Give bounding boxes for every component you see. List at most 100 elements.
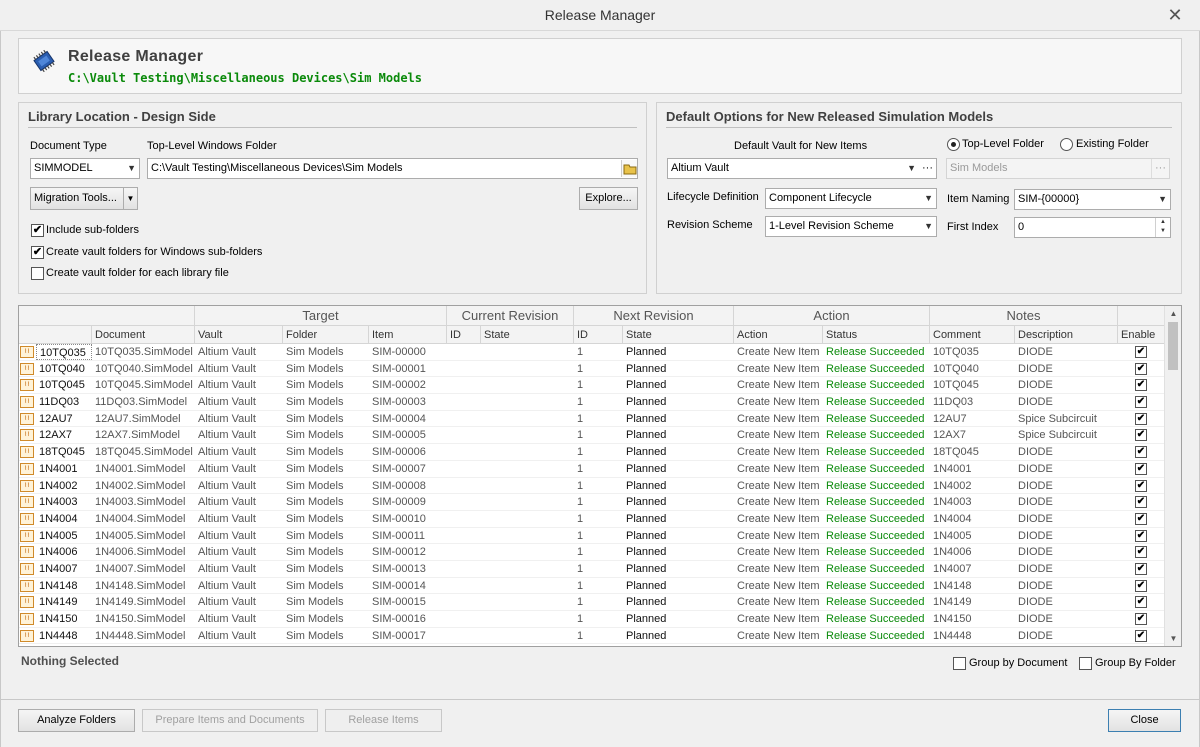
table-row[interactable]: ⌇⌇ 1N4150 1N4150.SimModel Altium Vault Sim M… xyxy=(19,611,1165,628)
grid-column-header: Document Vault Folder Item ID State ID S… xyxy=(19,326,1165,344)
col-header-next-state[interactable]: State xyxy=(623,326,734,343)
table-row[interactable]: ⌇⌇ 10TQ040 10TQ040.SimModel Altium Vault Sim… xyxy=(19,361,1165,378)
explore-button[interactable]: Explore... xyxy=(579,187,638,210)
col-header-comment[interactable]: Comment xyxy=(930,326,1015,343)
cell-status: Release Succeeded xyxy=(826,529,925,542)
cell-folder: Sim Models xyxy=(286,396,344,409)
table-row[interactable]: ⌇⌇ 1N4001 1N4001.SimModel Altium Vault Sim M… xyxy=(19,461,1165,478)
col-header-current-state[interactable]: State xyxy=(481,326,574,343)
close-button[interactable]: Close xyxy=(1108,709,1181,732)
table-row[interactable]: ⌇⌇ 12AX7 12AX7.SimModel Altium Vault Sim Mod… xyxy=(19,427,1165,445)
scroll-up-icon[interactable]: ▲ xyxy=(1165,306,1181,321)
analyze-folders-button[interactable]: Analyze Folders xyxy=(18,709,135,732)
col-header-current-id[interactable]: ID xyxy=(447,326,481,343)
item-naming-select[interactable]: SIM-{00000} ▼ xyxy=(1014,189,1171,210)
enable-checkbox[interactable]: ✔ xyxy=(1135,446,1147,459)
window-close-button[interactable]: ✕ xyxy=(1160,0,1190,31)
include-subfolders-checkbox[interactable]: ✔ xyxy=(31,224,44,237)
enable-checkbox[interactable]: ✔ xyxy=(1135,462,1147,475)
col-header-action[interactable]: Action xyxy=(734,326,823,343)
cell-vault: Altium Vault xyxy=(198,512,256,525)
table-row[interactable]: ⌇⌇ 10TQ045 10TQ045.SimModel Altium Vault Sim… xyxy=(19,377,1165,395)
scroll-thumb[interactable] xyxy=(1168,322,1178,370)
cell-name: 1N4006 xyxy=(39,546,78,559)
enable-checkbox[interactable]: ✔ xyxy=(1135,346,1147,358)
release-items-button[interactable]: Release Items xyxy=(325,709,442,732)
cell-description: DIODE xyxy=(1018,396,1053,409)
cell-item: SIM-00007 xyxy=(372,462,426,475)
col-header-enable[interactable]: Enable xyxy=(1118,326,1165,343)
spinner-arrows-icon[interactable]: ▲ ▼ xyxy=(1155,218,1170,237)
sim-model-file-icon: ⌇⌇ xyxy=(20,412,34,425)
prepare-items-button[interactable]: Prepare Items and Documents xyxy=(142,709,318,732)
enable-checkbox[interactable]: ✔ xyxy=(1135,546,1147,559)
cell-item: SIM-00002 xyxy=(372,379,426,392)
col-header-status[interactable]: Status xyxy=(823,326,930,343)
group-by-folder-checkbox[interactable] xyxy=(1079,657,1092,670)
sim-model-file-icon: ⌇⌇ xyxy=(20,346,34,358)
table-row[interactable]: ⌇⌇ 11DQ03 11DQ03.SimModel Altium Vault Sim M… xyxy=(19,394,1165,411)
sim-model-file-icon: ⌇⌇ xyxy=(20,562,34,575)
col-header-next-id[interactable]: ID xyxy=(574,326,623,343)
revision-scheme-select[interactable]: 1-Level Revision Scheme ▼ xyxy=(765,216,937,237)
table-row[interactable]: ⌇⌇ 12AU7 12AU7.SimModel Altium Vault Sim Mod… xyxy=(19,411,1165,428)
lifecycle-select[interactable]: Component Lifecycle ▼ xyxy=(765,188,937,209)
browse-folder-icon[interactable]: ··· xyxy=(1151,159,1169,178)
existing-folder-radio[interactable] xyxy=(1060,138,1073,151)
table-row[interactable]: ⌇⌇ 1N4006 1N4006.SimModel Altium Vault Sim M… xyxy=(19,544,1165,561)
enable-checkbox[interactable]: ✔ xyxy=(1135,412,1147,425)
folder-input[interactable]: Sim Models ··· xyxy=(946,158,1170,179)
enable-checkbox[interactable]: ✔ xyxy=(1135,479,1147,492)
enable-checkbox[interactable]: ✔ xyxy=(1135,613,1147,625)
cell-vault: Altium Vault xyxy=(198,529,256,542)
enable-checkbox[interactable]: ✔ xyxy=(1135,562,1147,575)
enable-checkbox[interactable]: ✔ xyxy=(1135,496,1147,509)
cell-next-id: 1 xyxy=(577,546,584,559)
more-options-icon[interactable]: ··· xyxy=(922,159,933,178)
scroll-down-icon[interactable]: ▼ xyxy=(1165,631,1181,646)
default-vault-select[interactable]: Altium Vault ▼ ··· xyxy=(667,158,937,179)
table-row[interactable]: ⌇⌇ 1N4002 1N4002.SimModel Altium Vault Sim M… xyxy=(19,478,1165,495)
group-header-next-revision: Next Revision xyxy=(574,306,734,325)
chevron-down-icon[interactable]: ▼ xyxy=(123,188,137,209)
table-row[interactable]: ⌇⌇ 1N4149 1N4149.SimModel Altium Vault Sim M… xyxy=(19,594,1165,611)
document-type-select[interactable]: SIMMODEL ▼ xyxy=(30,158,140,179)
cell-action: Create New Item xyxy=(737,379,820,392)
create-vault-folders-checkbox[interactable]: ✔ xyxy=(31,246,44,259)
table-row[interactable]: ⌇⌇ 1N4004 1N4004.SimModel Altium Vault Sim M… xyxy=(19,511,1165,528)
cell-comment: 12AX7 xyxy=(933,429,967,442)
first-index-spinner[interactable]: 0 ▲ ▼ xyxy=(1014,217,1171,238)
table-row[interactable]: ⌇⌇ 1N4148 1N4148.SimModel Altium Vault Sim M… xyxy=(19,578,1165,595)
enable-checkbox[interactable]: ✔ xyxy=(1135,512,1147,525)
table-row[interactable]: ⌇⌇ 1N4448 1N4448.SimModel Altium Vault Sim M… xyxy=(19,628,1165,645)
group-by-document-checkbox[interactable] xyxy=(953,657,966,670)
create-folder-each-checkbox[interactable] xyxy=(31,267,44,280)
col-header-document[interactable]: Document xyxy=(92,326,195,343)
table-row[interactable]: ⌇⌇ 1N4005 1N4005.SimModel Altium Vault Sim M… xyxy=(19,528,1165,545)
table-row[interactable]: ⌇⌇ 1N4003 1N4003.SimModel Altium Vault Sim M… xyxy=(19,494,1165,511)
sim-model-file-icon: ⌇⌇ xyxy=(20,613,34,625)
enable-checkbox[interactable]: ✔ xyxy=(1135,629,1147,642)
top-level-folder-radio[interactable] xyxy=(947,138,960,151)
cell-description: DIODE xyxy=(1018,446,1053,459)
cell-action: Create New Item xyxy=(737,479,820,492)
col-header-item[interactable]: Item xyxy=(369,326,447,343)
enable-checkbox[interactable]: ✔ xyxy=(1135,529,1147,542)
table-row[interactable]: ⌇⌇ 1N4007 1N4007.SimModel Altium Vault Sim M… xyxy=(19,561,1165,578)
enable-checkbox[interactable]: ✔ xyxy=(1135,596,1147,609)
table-row[interactable]: ⌇⌇ 18TQ045 18TQ045.SimModel Altium Vault Sim… xyxy=(19,444,1165,461)
items-grid[interactable]: Target Current Revision Next Revision Ac… xyxy=(18,305,1182,647)
enable-checkbox[interactable]: ✔ xyxy=(1135,429,1147,442)
migration-tools-button[interactable]: Migration Tools... ▼ xyxy=(30,187,138,210)
col-header-folder[interactable]: Folder xyxy=(283,326,369,343)
enable-checkbox[interactable]: ✔ xyxy=(1135,379,1147,392)
grid-scrollbar[interactable]: ▲ ▼ xyxy=(1164,306,1181,646)
folder-browse-button[interactable] xyxy=(621,160,637,177)
col-header-description[interactable]: Description xyxy=(1015,326,1118,343)
enable-checkbox[interactable]: ✔ xyxy=(1135,579,1147,592)
enable-checkbox[interactable]: ✔ xyxy=(1135,396,1147,409)
col-header-vault[interactable]: Vault xyxy=(195,326,283,343)
top-folder-input[interactable]: C:\Vault Testing\Miscellaneous Devices\S… xyxy=(147,158,638,179)
table-row[interactable]: ⌇⌇ 10TQ035 10TQ035.SimModel Altium Vault Sim… xyxy=(19,344,1165,361)
enable-checkbox[interactable]: ✔ xyxy=(1135,362,1147,375)
